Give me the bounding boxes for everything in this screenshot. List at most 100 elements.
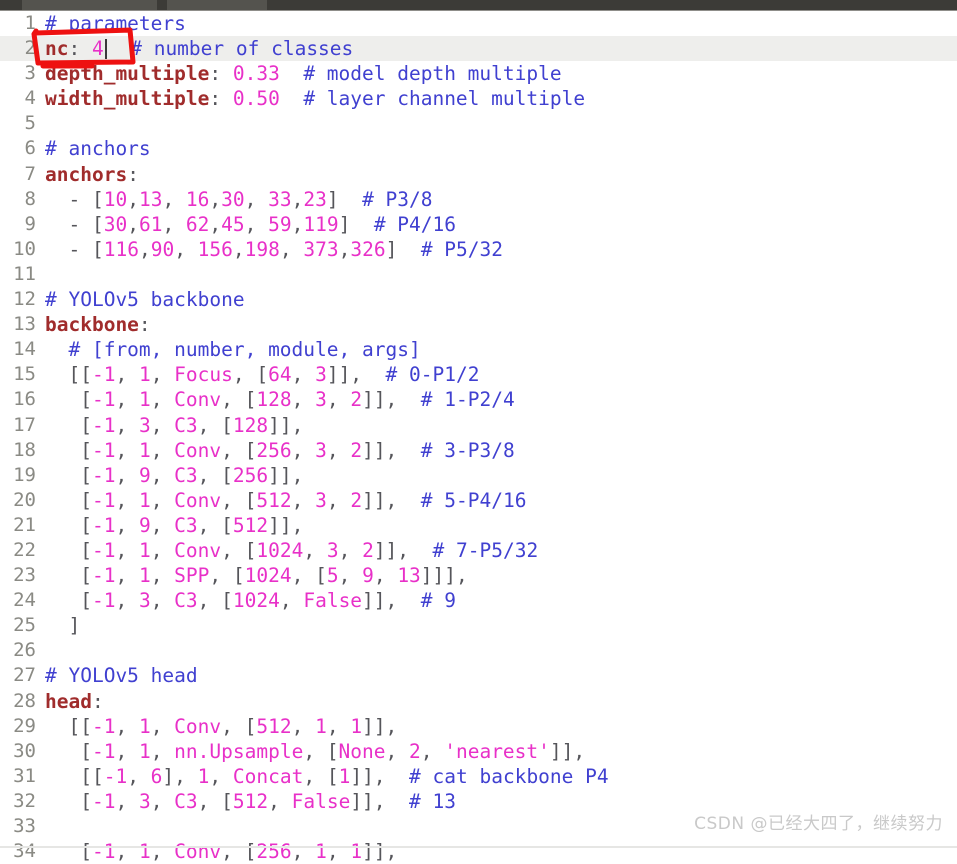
token-punct: , xyxy=(268,789,292,813)
token-punct: , xyxy=(174,237,198,261)
token-num: 13 xyxy=(397,564,421,588)
token-num: 1 xyxy=(138,564,151,588)
token-cmt: # 3-P3/8 xyxy=(420,438,515,462)
code-line[interactable]: 7 anchors: xyxy=(0,162,957,187)
token-punct: , xyxy=(338,538,363,562)
code-line[interactable]: 31 [[-1, 6], 1, Concat, [1]], # cat back… xyxy=(0,764,957,789)
token-num: 256 xyxy=(256,840,292,864)
code-line[interactable]: 15 [[-1, 1, Focus, [64, 3]], # 0-P1/2 xyxy=(0,362,957,387)
code-line[interactable]: 30 [-1, 1, nn.Upsample, [None, 2, 'neare… xyxy=(0,739,957,764)
line-number: 6 xyxy=(24,137,36,160)
code-line[interactable]: 16 [-1, 1, Conv, [128, 3, 2]], # 1-P2/4 xyxy=(0,387,957,412)
token-punct: , [ xyxy=(197,513,233,537)
token-dash: - xyxy=(45,212,92,236)
code-text: [-1, 1, Conv, [1024, 3, 2]], # 7-P5/32 xyxy=(36,538,538,563)
code-line[interactable]: 28 head: xyxy=(0,689,957,714)
token-punct: , xyxy=(291,212,304,236)
editor-tab-2[interactable] xyxy=(167,0,267,10)
code-line[interactable]: 6 # anchors xyxy=(0,136,957,161)
code-text: - [116,90, 156,198, 373,326] # P5/32 xyxy=(36,237,503,262)
code-line[interactable]: 11 xyxy=(0,262,957,287)
code-line[interactable]: 26 xyxy=(0,638,957,663)
token-cmt: # number of classes xyxy=(130,37,354,61)
token-num: -1 xyxy=(103,764,128,788)
token-mod: Focus xyxy=(174,363,233,387)
token-mod: Conv xyxy=(174,840,222,864)
token-punct: , xyxy=(291,714,316,738)
token-num: 116 xyxy=(103,237,139,261)
token-num: 1 xyxy=(315,840,327,864)
code-line[interactable]: 20 [-1, 1, Conv, [512, 3, 2]], # 5-P4/16 xyxy=(0,488,957,513)
token-punct: , xyxy=(115,840,139,864)
code-line[interactable]: 21 [-1, 9, C3, [512]], xyxy=(0,513,957,538)
code-editor[interactable]: 1 # parameters 2 nc: 4 # number of classes 3… xyxy=(0,11,957,863)
token-num: 1024 xyxy=(232,589,280,613)
code-text: [-1, 3, C3, [1024, False]], # 9 xyxy=(36,588,456,613)
token-num: -1 xyxy=(91,714,116,738)
token-num: 45 xyxy=(221,212,245,236)
code-line[interactable]: 34 [-1, 1, Conv, [256, 1, 1]], xyxy=(0,839,957,864)
code-line[interactable]: 3 depth_multiple: 0.33 # model depth mult… xyxy=(0,61,957,86)
line-number: 3 xyxy=(24,62,36,85)
token-punct: : xyxy=(127,162,139,186)
code-text: [-1, 1, SPP, [1024, [5, 9, 13]]], xyxy=(36,563,468,588)
token-punct: , xyxy=(385,739,409,763)
token-punct: , [ xyxy=(303,739,339,763)
token-cmt: # [from, number, module, args] xyxy=(68,338,421,362)
code-line[interactable]: 23 [-1, 1, SPP, [1024, [5, 9, 13]]], xyxy=(0,563,957,588)
code-text: anchors: xyxy=(36,162,139,187)
code-line[interactable]: 1 # parameters xyxy=(0,11,957,36)
token-punct: [ xyxy=(45,538,92,562)
line-number: 26 xyxy=(13,639,36,662)
token-punct: , [ xyxy=(291,564,327,588)
code-text: depth_multiple: 0.33 # model depth multi… xyxy=(36,61,562,86)
code-line[interactable]: 5 xyxy=(0,111,957,136)
token-mod: None xyxy=(338,739,386,763)
code-line[interactable]: 18 [-1, 1, Conv, [256, 3, 2]], # 3-P3/8 xyxy=(0,438,957,463)
code-line[interactable]: 13 backbone: xyxy=(0,312,957,337)
token-punct: , xyxy=(279,237,304,261)
code-line[interactable]: 25 ] xyxy=(0,613,957,638)
code-line[interactable]: 22 [-1, 1, Conv, [1024, 3, 2]], # 7-P5/3… xyxy=(0,538,957,563)
code-line[interactable]: 29 [[-1, 1, Conv, [512, 1, 1]], xyxy=(0,714,957,739)
token-key: head xyxy=(45,689,92,713)
code-line[interactable]: 8 - [10,13, 16,30, 33,23] # P3/8 xyxy=(0,187,957,212)
token-num: 156 xyxy=(197,237,233,261)
token-num: 1 xyxy=(138,840,151,864)
token-punct: ], xyxy=(162,764,198,788)
token-punct: ]], xyxy=(268,513,304,537)
token-punct: ]], xyxy=(373,538,410,562)
token-punct: , xyxy=(115,789,139,813)
token-punct: [ xyxy=(45,488,92,512)
code-line[interactable]: 27 # YOLOv5 head xyxy=(0,663,957,688)
code-line[interactable]: 9 - [30,61, 62,45, 59,119] # P4/16 xyxy=(0,212,957,237)
code-line[interactable]: 14 # [from, number, module, args] xyxy=(0,337,957,362)
code-line[interactable]: 17 [-1, 3, C3, [128]], xyxy=(0,413,957,438)
token-punct: , xyxy=(115,388,139,412)
editor-tab-1[interactable] xyxy=(22,0,157,10)
token-dash: - xyxy=(45,187,92,211)
token-num: 3 xyxy=(315,438,327,462)
code-line[interactable]: 12 # YOLOv5 backbone xyxy=(0,287,957,312)
token-punct: , xyxy=(209,764,233,788)
token-cmt: # P3/8 xyxy=(362,187,433,211)
token-cmt: # 5-P4/16 xyxy=(420,488,527,512)
code-line[interactable]: 10 - [116,90, 156,198, 373,326] # P5/32 xyxy=(0,237,957,262)
token-num: 1 xyxy=(350,714,363,738)
token-punct xyxy=(107,37,130,60)
code-line[interactable]: 4 width_multiple: 0.50 # layer channel mu… xyxy=(0,86,957,111)
token-num: 59 xyxy=(268,212,292,236)
code-text: [-1, 1, Conv, [512, 3, 2]], # 5-P4/16 xyxy=(36,488,526,513)
code-line[interactable]: 24 [-1, 3, C3, [1024, False]], # 9 xyxy=(0,588,957,613)
code-text: [-1, 1, Conv, [256, 3, 2]], # 3-P3/8 xyxy=(36,438,515,463)
token-str: 'nearest' xyxy=(444,739,550,763)
code-line[interactable]: 2 nc: 4 # number of classes xyxy=(0,36,957,62)
code-text: ] xyxy=(36,613,80,638)
token-num: -1 xyxy=(91,538,116,562)
token-punct: , xyxy=(150,463,175,487)
token-punct: , [ xyxy=(221,840,257,864)
token-cmt: # 0-P1/2 xyxy=(385,363,480,387)
code-line[interactable]: 19 [-1, 9, C3, [256]], xyxy=(0,463,957,488)
token-punct: , xyxy=(338,237,351,261)
token-dash: - xyxy=(45,237,92,261)
